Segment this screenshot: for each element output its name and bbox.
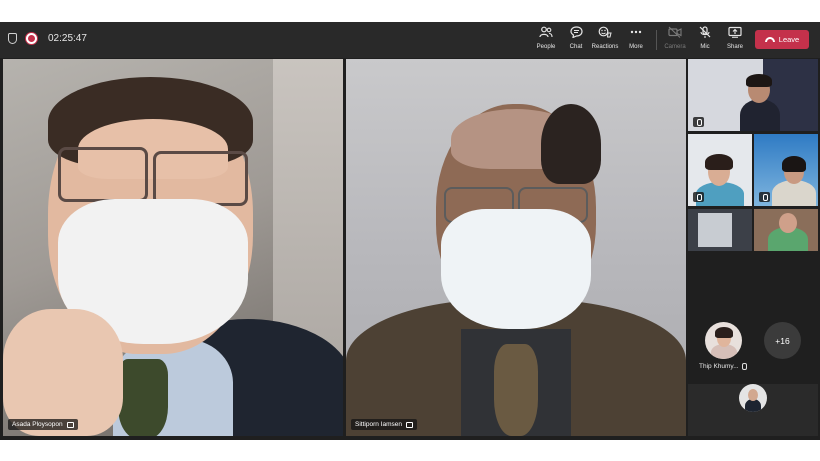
- mic-muted-icon: [693, 117, 704, 127]
- screen-share-icon: [405, 421, 413, 428]
- participant-tile-bottom[interactable]: [688, 384, 818, 436]
- reactions-icon: [589, 26, 621, 42]
- leave-label: Leave: [778, 35, 800, 44]
- face-mask: [441, 209, 591, 329]
- mic-label: Mic: [700, 44, 710, 50]
- video-tile-side-4[interactable]: [688, 209, 752, 251]
- person-head: [748, 389, 758, 401]
- leave-button[interactable]: Leave: [755, 30, 809, 49]
- glasses-right-lens: [153, 151, 248, 206]
- person-hair: [541, 104, 601, 184]
- hand: [3, 309, 123, 436]
- meeting-info: 02:25:47: [8, 33, 87, 44]
- participant-name: Asada Ploysopon: [12, 421, 63, 428]
- person-body: [740, 99, 780, 131]
- more-button[interactable]: More: [620, 26, 652, 54]
- share-button[interactable]: Share: [719, 26, 751, 54]
- tie: [494, 344, 538, 436]
- people-label: People: [536, 44, 556, 50]
- video-tile-main-right[interactable]: Sittiporn Iamsen: [346, 59, 686, 436]
- window-background: [698, 213, 732, 247]
- video-tile-side-1[interactable]: [688, 59, 818, 131]
- video-tile-main-left[interactable]: Asada Ploysopon: [3, 59, 343, 436]
- share-screen-icon: [719, 26, 751, 42]
- mic-button[interactable]: Mic: [689, 26, 721, 54]
- video-tile-side-3[interactable]: [754, 134, 818, 206]
- people-button[interactable]: People: [530, 26, 562, 54]
- phone-hangup-icon: [764, 37, 775, 42]
- mic-muted-icon: [693, 192, 704, 202]
- camera-button[interactable]: Camera: [659, 26, 691, 54]
- camera-off-icon: [659, 26, 691, 42]
- participant-name: Thip Khumy...: [699, 363, 739, 370]
- participant-name-tag: Sittiporn Iamsen: [351, 419, 417, 430]
- more-label: More: [629, 44, 643, 50]
- meeting-window: 02:25:47 People Chat Reactions More Came…: [0, 22, 820, 440]
- screen-share-icon: [66, 421, 74, 428]
- reactions-label: Reactions: [591, 44, 619, 50]
- shield-icon[interactable]: [8, 33, 17, 44]
- toolbar-divider: [656, 30, 657, 50]
- meeting-toolbar: 02:25:47 People Chat Reactions More Came…: [0, 22, 820, 58]
- meeting-timer: 02:25:47: [48, 33, 87, 44]
- mic-icon: [741, 363, 747, 370]
- person-head: [779, 213, 797, 233]
- person-hair: [782, 156, 806, 172]
- participant-avatar[interactable]: [739, 384, 767, 412]
- participant-label: Thip Khumy...: [699, 363, 747, 370]
- person-hair: [746, 74, 772, 87]
- glasses-left-lens: [58, 147, 148, 202]
- chat-label: Chat: [569, 44, 583, 50]
- person-hair: [715, 327, 733, 338]
- participant-name: Sittiporn Iamsen: [355, 421, 402, 428]
- recording-icon[interactable]: [26, 33, 37, 44]
- chat-button[interactable]: Chat: [560, 26, 592, 54]
- video-tile-side-2[interactable]: [688, 134, 752, 206]
- participant-avatar[interactable]: [705, 322, 742, 359]
- people-icon: [530, 26, 562, 42]
- video-tile-side-5[interactable]: [754, 209, 818, 251]
- tie: [118, 359, 168, 436]
- more-participants-button[interactable]: +16: [764, 322, 801, 359]
- camera-label: Camera: [664, 44, 686, 50]
- participant-name-tag: Asada Ploysopon: [8, 419, 78, 430]
- mic-off-icon: [689, 26, 721, 42]
- chat-icon: [560, 26, 592, 42]
- mic-muted-icon: [759, 192, 770, 202]
- share-label: Share: [726, 44, 743, 50]
- reactions-button[interactable]: Reactions: [589, 26, 621, 54]
- more-icon: [620, 26, 652, 42]
- person-hair: [705, 154, 733, 170]
